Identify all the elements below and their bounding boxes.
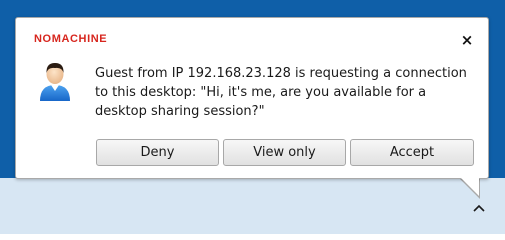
deny-button[interactable]: Deny	[96, 139, 219, 166]
close-icon[interactable]: ×	[459, 32, 475, 48]
message-line: Guest from IP 192.168.23.128 is requesti…	[95, 66, 467, 81]
view-only-button[interactable]: View only	[223, 139, 346, 166]
bubble-pointer	[460, 177, 479, 196]
request-message: Guest from IP 192.168.23.128 is requesti…	[95, 64, 475, 121]
user-avatar-icon	[40, 63, 70, 101]
message-line: desktop sharing session?"	[95, 104, 265, 119]
nomachine-logo: NOMACHINE	[34, 33, 108, 45]
chevron-up-icon[interactable]	[472, 203, 486, 213]
message-line: to this desktop: "Hi, it's me, are you a…	[95, 85, 427, 100]
taskbar	[0, 178, 505, 234]
accept-button[interactable]: Accept	[350, 139, 474, 166]
